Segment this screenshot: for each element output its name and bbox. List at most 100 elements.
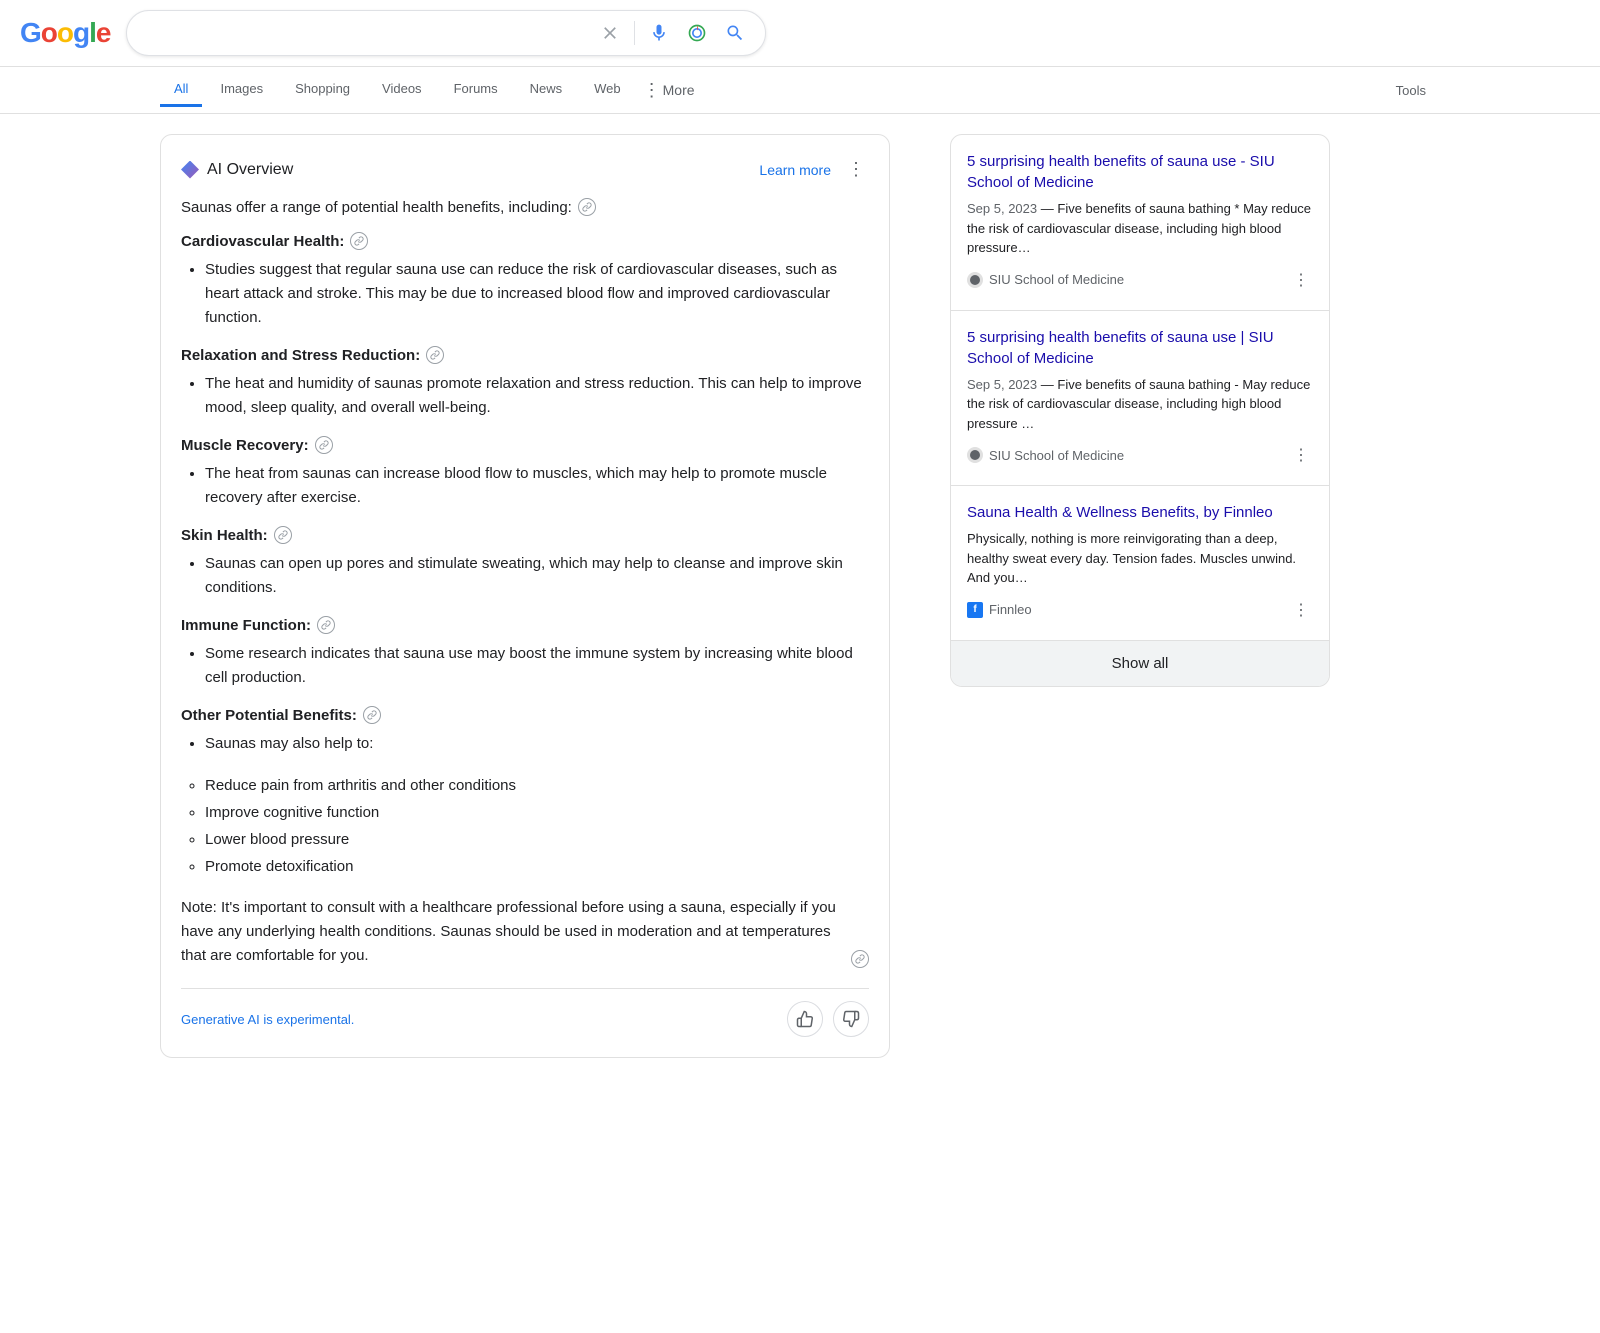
ai-overview-panel: AI Overview Learn more ⋮ Saunas offer a … [160, 134, 890, 1058]
section-relaxation: Relaxation and Stress Reduction: [181, 346, 869, 364]
other-sub-item-4: Promote detoxification [205, 853, 869, 880]
result-snippet-2: Sep 5, 2023 — Five benefits of sauna bat… [967, 375, 1313, 434]
right-panel: 5 surprising health benefits of sauna us… [950, 134, 1330, 1078]
lens-button[interactable] [683, 19, 711, 47]
source-info-2: SIU School of Medicine [967, 447, 1124, 463]
other-link-icon[interactable] [363, 706, 381, 724]
tab-videos[interactable]: Videos [368, 73, 436, 107]
cardiovascular-link-icon[interactable] [350, 232, 368, 250]
section-immune: Immune Function: [181, 616, 869, 634]
nav-tabs-right: Tools [1382, 75, 1440, 106]
thumbs-down-button[interactable] [833, 1001, 869, 1037]
result-more-button-1[interactable]: ⋮ [1289, 266, 1313, 294]
section-skin-health: Skin Health: [181, 526, 869, 544]
note-link-icon[interactable] [851, 950, 869, 968]
lens-icon [687, 23, 707, 43]
skin-link-icon[interactable] [274, 526, 292, 544]
result-snippet-1: Sep 5, 2023 — Five benefits of sauna bat… [967, 199, 1313, 258]
link-icon [582, 202, 592, 212]
result-source-1: SIU School of Medicine ⋮ [967, 266, 1313, 294]
result-source-2: SIU School of Medicine ⋮ [967, 441, 1313, 469]
tab-all[interactable]: All [160, 73, 202, 107]
clear-icon [600, 23, 620, 43]
cardiovascular-list: Studies suggest that regular sauna use c… [181, 258, 869, 330]
tab-web[interactable]: Web [580, 73, 635, 107]
other-list: Saunas may also help to: [181, 732, 869, 756]
result-more-button-2[interactable]: ⋮ [1289, 441, 1313, 469]
source-info-1: SIU School of Medicine [967, 272, 1124, 288]
ai-diamond-icon [181, 161, 199, 179]
generative-label: Generative AI is experimental. [181, 1012, 354, 1027]
source-info-3: f Finnleo [967, 602, 1032, 618]
tools-button[interactable]: Tools [1382, 75, 1440, 106]
result-more-button-3[interactable]: ⋮ [1289, 596, 1313, 624]
ai-overview-header: AI Overview Learn more ⋮ [181, 155, 869, 184]
other-sub-item-2: Improve cognitive function [205, 799, 869, 826]
main-content: AI Overview Learn more ⋮ Saunas offer a … [0, 114, 1600, 1098]
source-name-1: SIU School of Medicine [989, 272, 1124, 287]
relaxation-list: The heat and humidity of saunas promote … [181, 372, 869, 420]
header: Google sauna benefits [0, 0, 1600, 67]
cardiovascular-item: Studies suggest that regular sauna use c… [205, 258, 869, 330]
ai-note: Note: It's important to consult with a h… [181, 896, 869, 968]
siu-icon-1 [967, 272, 983, 288]
thumbs-down-icon [842, 1010, 860, 1028]
google-logo[interactable]: Google [20, 17, 110, 49]
ai-more-button[interactable]: ⋮ [843, 155, 869, 184]
search-bar-icons [596, 19, 749, 47]
more-dropdown[interactable]: ⋮ More [639, 73, 699, 107]
result-title-3[interactable]: Sauna Health & Wellness Benefits, by Fin… [967, 502, 1313, 523]
search-input[interactable]: sauna benefits [143, 24, 586, 42]
mic-icon [649, 23, 669, 43]
ai-intro: Saunas offer a range of potential health… [181, 198, 869, 216]
tab-forums[interactable]: Forums [440, 73, 512, 107]
result-card: 5 surprising health benefits of sauna us… [950, 134, 1330, 687]
result-item-2: 5 surprising health benefits of sauna us… [951, 311, 1329, 487]
result-source-3: f Finnleo ⋮ [967, 596, 1313, 624]
ai-header-right: Learn more ⋮ [759, 155, 869, 184]
ai-overview-title: AI Overview [207, 161, 293, 179]
voice-search-button[interactable] [645, 19, 673, 47]
thumbs-up-button[interactable] [787, 1001, 823, 1037]
ai-title-row: AI Overview [181, 161, 293, 179]
siu-icon-2 [967, 447, 983, 463]
other-sub-item-3: Lower blood pressure [205, 826, 869, 853]
source-name-3: Finnleo [989, 602, 1032, 617]
result-title-2[interactable]: 5 surprising health benefits of sauna us… [967, 327, 1313, 369]
search-button[interactable] [721, 19, 749, 47]
section-cardiovascular: Cardiovascular Health: [181, 232, 869, 250]
skin-list: Saunas can open up pores and stimulate s… [181, 552, 869, 600]
muscle-list: The heat from saunas can increase blood … [181, 462, 869, 510]
show-all-button[interactable]: Show all [951, 640, 1329, 686]
tab-news[interactable]: News [516, 73, 577, 107]
facebook-icon: f [967, 602, 983, 618]
immune-item: Some research indicates that sauna use m… [205, 642, 869, 690]
tab-shopping[interactable]: Shopping [281, 73, 364, 107]
clear-button[interactable] [596, 19, 624, 47]
other-sub-item-1: Reduce pain from arthritis and other con… [205, 772, 869, 799]
other-sub-list: Reduce pain from arthritis and other con… [181, 772, 869, 880]
source-name-2: SIU School of Medicine [989, 448, 1124, 463]
ai-footer: Generative AI is experimental. [181, 988, 869, 1037]
muscle-link-icon[interactable] [315, 436, 333, 454]
immune-list: Some research indicates that sauna use m… [181, 642, 869, 690]
muscle-item: The heat from saunas can increase blood … [205, 462, 869, 510]
section-muscle-recovery: Muscle Recovery: [181, 436, 869, 454]
result-title-1[interactable]: 5 surprising health benefits of sauna us… [967, 151, 1313, 193]
immune-link-icon[interactable] [317, 616, 335, 634]
search-bar: sauna benefits [126, 10, 766, 56]
nav-tabs: All Images Shopping Videos Forums News W… [0, 67, 1600, 114]
intro-link-icon[interactable] [578, 198, 596, 216]
section-other: Other Potential Benefits: [181, 706, 869, 724]
divider [634, 21, 635, 45]
result-snippet-3: Physically, nothing is more reinvigorati… [967, 529, 1313, 588]
search-bar-wrapper: sauna benefits [126, 10, 766, 56]
feedback-buttons [787, 1001, 869, 1037]
relaxation-item: The heat and humidity of saunas promote … [205, 372, 869, 420]
more-label: More [663, 82, 695, 98]
search-icon [725, 23, 745, 43]
tab-images[interactable]: Images [206, 73, 277, 107]
relaxation-link-icon[interactable] [426, 346, 444, 364]
learn-more-link[interactable]: Learn more [759, 162, 831, 178]
result-item-3: Sauna Health & Wellness Benefits, by Fin… [951, 486, 1329, 640]
